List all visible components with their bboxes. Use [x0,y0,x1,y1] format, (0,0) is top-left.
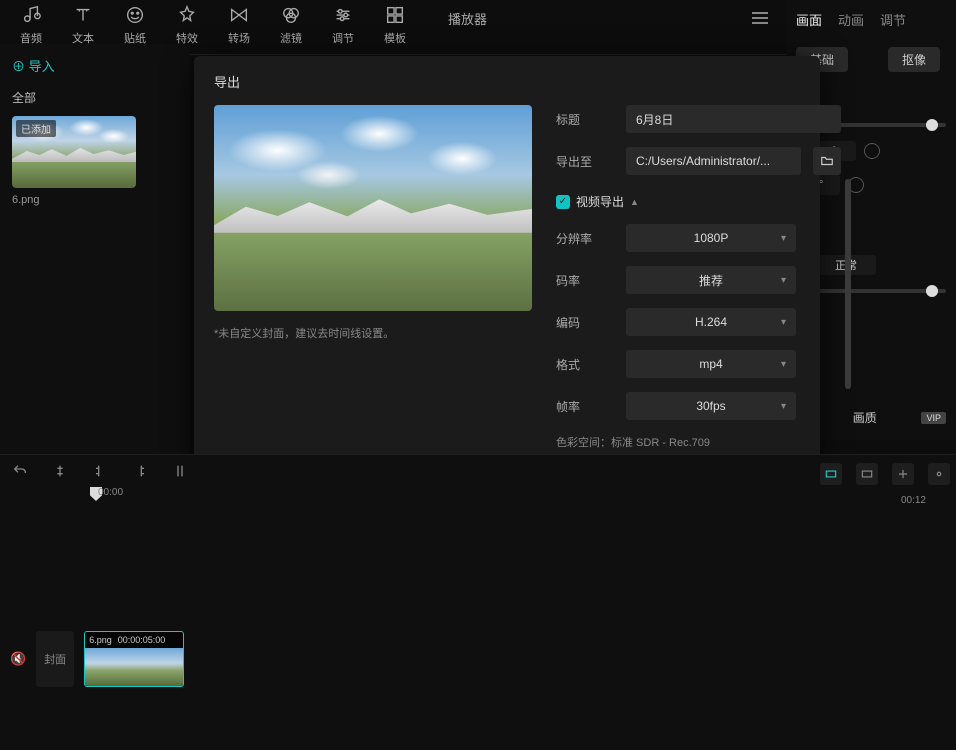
tab-animation[interactable]: 动画 [838,10,864,29]
tab-picture[interactable]: 画面 [796,10,822,29]
tool-audio[interactable]: 音频 [20,4,42,46]
cover-note: *未自定义封面，建议去时间线设置。 [214,325,532,341]
dialog-title: 导出 [214,72,800,91]
tool-text[interactable]: 文本 [72,4,94,46]
preview-image [214,105,532,311]
tool-filter[interactable]: 滤镜 [280,4,302,46]
added-badge: 已添加 [16,120,56,137]
scrollbar[interactable] [845,179,851,389]
path-input[interactable] [626,147,801,175]
timeline-tool-icon[interactable] [820,463,842,485]
tool-adjust[interactable]: 调节 [332,4,354,46]
format-select[interactable]: mp4 [626,350,796,378]
hamburger-icon[interactable] [752,12,768,24]
vip-badge: VIP [921,412,946,424]
timeline-end-time: 00:12 [901,495,926,506]
tab-all[interactable]: 全部 [12,89,178,106]
tool-sticker[interactable]: 贴纸 [124,4,146,46]
media-panel: 导入 全部 已添加 6.png [0,44,190,454]
timeline-clip[interactable]: 6.png00:00:05:00 [84,631,184,687]
import-button[interactable]: 导入 [12,56,178,75]
colorspace-text: 色彩空间：标准 SDR - Rec.709 [556,434,841,450]
timeline-tool-icon[interactable] [856,463,878,485]
tool-transition[interactable]: 转场 [228,4,250,46]
undo-icon[interactable] [12,463,28,479]
tool-template[interactable]: 模板 [384,4,406,46]
cover-slot[interactable]: 封面 [36,631,74,687]
checkbox-on-icon: ✓ [556,195,570,209]
split-left-icon[interactable] [92,463,108,479]
tab-adjust[interactable]: 调节 [880,10,906,29]
fps-select[interactable]: 30fps [626,392,796,420]
title-input[interactable] [626,105,841,133]
reset-icon[interactable] [864,143,880,159]
tool-effect[interactable]: 特效 [176,4,198,46]
resolution-select[interactable]: 1080P [626,224,796,252]
folder-icon[interactable] [813,147,841,175]
timeline-ruler[interactable]: 00:00 [90,487,956,507]
timeline-tool-icon[interactable] [928,463,950,485]
media-thumbnail[interactable]: 已添加 [12,116,136,188]
subtab-matting[interactable]: 抠像 [888,47,940,72]
bitrate-select[interactable]: 推荐 [626,266,796,294]
mute-icon[interactable]: 🔇 [10,651,26,667]
video-export-section[interactable]: ✓ 视频导出▲ [556,193,841,210]
split-right-icon[interactable] [132,463,148,479]
cut-icon[interactable] [52,463,68,479]
player-label: 播放器 [448,9,487,28]
timeline-tool-icon[interactable] [892,463,914,485]
timeline: 00:00 00:12 🔇 封面 6.png00:00:05:00 [0,454,956,750]
player-header: 播放器 [440,4,776,32]
split-both-icon[interactable] [172,463,188,479]
codec-select[interactable]: H.264 [626,308,796,336]
thumbnail-name: 6.png [12,194,178,206]
